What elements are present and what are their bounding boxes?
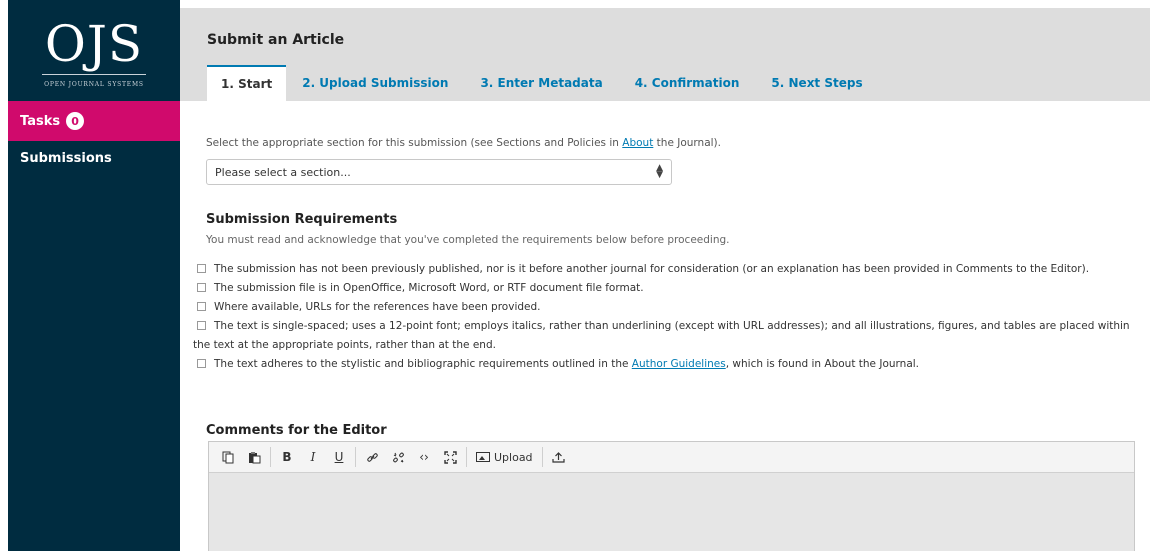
toolbar-divider (466, 447, 467, 467)
tasks-label: Tasks (20, 113, 61, 129)
requirements-help-text: You must read and acknowledge that you'v… (206, 234, 730, 246)
image-icon (476, 452, 490, 462)
toolbar-divider (355, 447, 356, 467)
requirement-checkbox-4[interactable] (197, 321, 206, 330)
page-margin (0, 0, 8, 551)
paste-icon[interactable] (241, 445, 267, 469)
bold-button[interactable]: B (274, 445, 300, 469)
author-guidelines-link[interactable]: Author Guidelines (632, 358, 726, 370)
requirement-checkbox-1[interactable] (197, 264, 206, 273)
section-help-after: the Journal). (653, 137, 721, 149)
comments-editor: B I U ‹› Upload (208, 441, 1135, 551)
requirement-item: The text adheres to the stylistic and bi… (193, 355, 1143, 374)
requirement-text: The submission file is in OpenOffice, Mi… (214, 282, 644, 294)
comments-textarea[interactable] (209, 473, 1134, 551)
copy-icon[interactable] (215, 445, 241, 469)
requirement-text: The submission has not been previously p… (214, 263, 1090, 275)
submissions-label: Submissions (20, 150, 112, 166)
toolbar-divider (541, 447, 543, 467)
image-upload-button[interactable]: Upload (470, 445, 539, 469)
upload-file-icon[interactable] (546, 445, 572, 469)
requirement-checkbox-2[interactable] (197, 283, 206, 292)
editor-toolbar: B I U ‹› Upload (209, 442, 1134, 473)
section-help-before: Select the appropriate section for this … (206, 137, 623, 149)
requirements-checklist: The submission has not been previously p… (193, 260, 1143, 374)
tasks-count-badge: 0 (66, 112, 85, 130)
sidebar: OJS OPEN JOURNAL SYSTEMS Tasks 0 Submiss… (8, 0, 180, 551)
upload-label: Upload (494, 450, 533, 464)
requirement-checkbox-3[interactable] (197, 302, 206, 311)
logo-divider (42, 74, 146, 75)
tab-enter-metadata[interactable]: 3. Enter Metadata (464, 65, 618, 101)
wizard-tabs: 1. Start 2. Upload Submission 3. Enter M… (207, 65, 879, 101)
section-select[interactable]: Please select a section... ▲ ▼ (206, 159, 672, 185)
requirement-text: The text is single-spaced; uses a 12-poi… (193, 320, 1130, 351)
comments-heading: Comments for the Editor (206, 423, 387, 438)
sidebar-item-tasks[interactable]: Tasks 0 (8, 101, 180, 141)
tab-start[interactable]: 1. Start (207, 65, 287, 101)
link-icon[interactable] (359, 445, 385, 469)
about-link[interactable]: About (622, 137, 653, 149)
tab-confirmation[interactable]: 4. Confirmation (619, 65, 756, 101)
requirement-item: Where available, URLs for the references… (193, 298, 1143, 317)
fullscreen-icon[interactable] (437, 445, 463, 469)
section-help-text: Select the appropriate section for this … (206, 137, 721, 149)
section-select-value: Please select a section... (215, 165, 351, 179)
requirement-item: The text is single-spaced; uses a 12-poi… (193, 317, 1143, 355)
tab-upload-submission[interactable]: 2. Upload Submission (286, 65, 464, 101)
requirements-heading: Submission Requirements (206, 212, 398, 227)
unlink-icon[interactable] (385, 445, 411, 469)
underline-button[interactable]: U (326, 445, 352, 469)
requirement-item: The submission file is in OpenOffice, Mi… (193, 279, 1143, 298)
requirement-text: Where available, URLs for the references… (214, 301, 541, 313)
logo-mark: OJS (44, 15, 144, 73)
code-icon[interactable]: ‹› (411, 445, 437, 469)
requirement-text-before: The text adheres to the stylistic and bi… (214, 358, 632, 370)
requirement-checkbox-5[interactable] (197, 359, 206, 368)
logo-subtitle: OPEN JOURNAL SYSTEMS (44, 81, 144, 88)
ojs-logo[interactable]: OJS OPEN JOURNAL SYSTEMS (8, 0, 180, 101)
sidebar-item-submissions[interactable]: Submissions (8, 141, 180, 175)
tab-next-steps[interactable]: 5. Next Steps (755, 65, 878, 101)
requirement-item: The submission has not been previously p… (193, 260, 1143, 279)
page-title: Submit an Article (207, 32, 345, 48)
page-header: Submit an Article 1. Start 2. Upload Sub… (180, 8, 1150, 101)
requirement-text-after: , which is found in About the Journal. (725, 358, 920, 370)
italic-button[interactable]: I (300, 445, 326, 469)
toolbar-divider (270, 447, 271, 467)
select-arrows-icon: ▲ ▼ (656, 163, 663, 180)
